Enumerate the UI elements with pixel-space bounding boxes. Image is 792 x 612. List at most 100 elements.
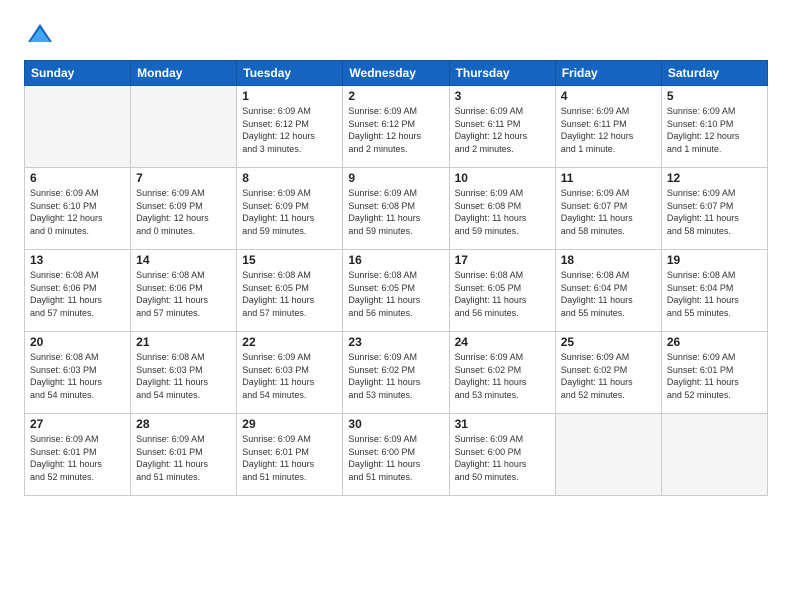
calendar-body: 1 Sunrise: 6:09 AM Sunset: 6:12 PM Daylig… [25, 86, 768, 496]
calendar-day-cell: 7 Sunrise: 6:09 AM Sunset: 6:09 PM Daylig… [131, 168, 237, 250]
day-info: Sunrise: 6:08 AM Sunset: 6:05 PM Dayligh… [455, 269, 550, 319]
header [24, 20, 768, 48]
calendar-week-row: 6 Sunrise: 6:09 AM Sunset: 6:10 PM Daylig… [25, 168, 768, 250]
weekday-header-cell: Wednesday [343, 61, 449, 86]
day-number: 12 [667, 171, 762, 185]
day-number: 11 [561, 171, 656, 185]
day-info: Sunrise: 6:09 AM Sunset: 6:01 PM Dayligh… [667, 351, 762, 401]
calendar-day-cell: 8 Sunrise: 6:09 AM Sunset: 6:09 PM Daylig… [237, 168, 343, 250]
day-number: 20 [30, 335, 125, 349]
day-number: 21 [136, 335, 231, 349]
day-number: 9 [348, 171, 443, 185]
calendar-week-row: 1 Sunrise: 6:09 AM Sunset: 6:12 PM Daylig… [25, 86, 768, 168]
day-number: 13 [30, 253, 125, 267]
day-info: Sunrise: 6:09 AM Sunset: 6:02 PM Dayligh… [348, 351, 443, 401]
day-info: Sunrise: 6:09 AM Sunset: 6:01 PM Dayligh… [242, 433, 337, 483]
day-info: Sunrise: 6:09 AM Sunset: 6:09 PM Dayligh… [136, 187, 231, 237]
calendar-day-cell: 12 Sunrise: 6:09 AM Sunset: 6:07 PM Dayli… [661, 168, 767, 250]
calendar-day-cell: 28Sunrise: 6:09 AM Sunset: 6:01 PM Dayli… [131, 414, 237, 496]
calendar-day-cell: 2Sunrise: 6:09 AM Sunset: 6:12 PM Daylig… [343, 86, 449, 168]
calendar-week-row: 13 Sunrise: 6:08 AM Sunset: 6:06 PM Dayli… [25, 250, 768, 332]
day-info: Sunrise: 6:08 AM Sunset: 6:04 PM Dayligh… [561, 269, 656, 319]
day-number: 3 [455, 89, 550, 103]
day-number: 19 [667, 253, 762, 267]
calendar-day-cell: 25Sunrise: 6:09 AM Sunset: 6:02 PM Dayli… [555, 332, 661, 414]
weekday-header-cell: Monday [131, 61, 237, 86]
weekday-header-cell: Saturday [661, 61, 767, 86]
calendar-day-cell: 16 Sunrise: 6:08 AM Sunset: 6:05 PM Dayli… [343, 250, 449, 332]
day-info: Sunrise: 6:09 AM Sunset: 6:08 PM Dayligh… [348, 187, 443, 237]
day-info: Sunrise: 6:09 AM Sunset: 6:10 PM Dayligh… [667, 105, 762, 155]
day-info: Sunrise: 6:09 AM Sunset: 6:10 PM Dayligh… [30, 187, 125, 237]
calendar-day-cell: 13 Sunrise: 6:08 AM Sunset: 6:06 PM Dayli… [25, 250, 131, 332]
day-info: Sunrise: 6:08 AM Sunset: 6:05 PM Dayligh… [348, 269, 443, 319]
calendar-day-cell: 1 Sunrise: 6:09 AM Sunset: 6:12 PM Daylig… [237, 86, 343, 168]
calendar-day-cell: 17 Sunrise: 6:08 AM Sunset: 6:05 PM Dayli… [449, 250, 555, 332]
day-number: 6 [30, 171, 125, 185]
day-number: 27 [30, 417, 125, 431]
day-info: Sunrise: 6:09 AM Sunset: 6:12 PM Dayligh… [242, 105, 337, 155]
day-number: 8 [242, 171, 337, 185]
weekday-header-cell: Thursday [449, 61, 555, 86]
day-info: Sunrise: 6:09 AM Sunset: 6:00 PM Dayligh… [348, 433, 443, 483]
day-number: 22 [242, 335, 337, 349]
weekday-header-cell: Tuesday [237, 61, 343, 86]
calendar-day-cell: 14Sunrise: 6:08 AM Sunset: 6:06 PM Dayli… [131, 250, 237, 332]
day-number: 30 [348, 417, 443, 431]
day-number: 24 [455, 335, 550, 349]
calendar-day-cell: 30 Sunrise: 6:09 AM Sunset: 6:00 PM Dayli… [343, 414, 449, 496]
logo [24, 20, 54, 48]
day-info: Sunrise: 6:09 AM Sunset: 6:00 PM Dayligh… [455, 433, 550, 483]
day-info: Sunrise: 6:09 AM Sunset: 6:11 PM Dayligh… [561, 105, 656, 155]
calendar-day-cell: 20 Sunrise: 6:08 AM Sunset: 6:03 PM Dayli… [25, 332, 131, 414]
day-info: Sunrise: 6:09 AM Sunset: 6:03 PM Dayligh… [242, 351, 337, 401]
day-info: Sunrise: 6:09 AM Sunset: 6:07 PM Dayligh… [561, 187, 656, 237]
day-number: 17 [455, 253, 550, 267]
calendar-day-cell: 3Sunrise: 6:09 AM Sunset: 6:11 PM Daylig… [449, 86, 555, 168]
day-number: 7 [136, 171, 231, 185]
day-number: 2 [348, 89, 443, 103]
calendar-day-cell [661, 414, 767, 496]
day-number: 18 [561, 253, 656, 267]
calendar-day-cell: 27 Sunrise: 6:09 AM Sunset: 6:01 PM Dayli… [25, 414, 131, 496]
calendar-day-cell: 26 Sunrise: 6:09 AM Sunset: 6:01 PM Dayli… [661, 332, 767, 414]
page: SundayMondayTuesdayWednesdayThursdayFrid… [0, 0, 792, 612]
calendar-day-cell: 15Sunrise: 6:08 AM Sunset: 6:05 PM Dayli… [237, 250, 343, 332]
calendar-day-cell: 18 Sunrise: 6:08 AM Sunset: 6:04 PM Dayli… [555, 250, 661, 332]
day-number: 23 [348, 335, 443, 349]
day-number: 16 [348, 253, 443, 267]
calendar-day-cell: 24Sunrise: 6:09 AM Sunset: 6:02 PM Dayli… [449, 332, 555, 414]
calendar-day-cell: 19 Sunrise: 6:08 AM Sunset: 6:04 PM Dayli… [661, 250, 767, 332]
day-number: 5 [667, 89, 762, 103]
day-number: 10 [455, 171, 550, 185]
calendar-day-cell: 9 Sunrise: 6:09 AM Sunset: 6:08 PM Daylig… [343, 168, 449, 250]
weekday-header-cell: Friday [555, 61, 661, 86]
day-info: Sunrise: 6:08 AM Sunset: 6:06 PM Dayligh… [30, 269, 125, 319]
calendar-day-cell: 23 Sunrise: 6:09 AM Sunset: 6:02 PM Dayli… [343, 332, 449, 414]
day-number: 1 [242, 89, 337, 103]
calendar-week-row: 20 Sunrise: 6:08 AM Sunset: 6:03 PM Dayli… [25, 332, 768, 414]
day-number: 26 [667, 335, 762, 349]
calendar-day-cell: 10 Sunrise: 6:09 AM Sunset: 6:08 PM Dayli… [449, 168, 555, 250]
calendar-table: SundayMondayTuesdayWednesdayThursdayFrid… [24, 60, 768, 496]
day-info: Sunrise: 6:08 AM Sunset: 6:04 PM Dayligh… [667, 269, 762, 319]
calendar-day-cell [131, 86, 237, 168]
day-info: Sunrise: 6:09 AM Sunset: 6:09 PM Dayligh… [242, 187, 337, 237]
day-info: Sunrise: 6:09 AM Sunset: 6:08 PM Dayligh… [455, 187, 550, 237]
day-info: Sunrise: 6:09 AM Sunset: 6:01 PM Dayligh… [30, 433, 125, 483]
day-info: Sunrise: 6:09 AM Sunset: 6:01 PM Dayligh… [136, 433, 231, 483]
calendar-day-cell: 21 Sunrise: 6:08 AM Sunset: 6:03 PM Dayli… [131, 332, 237, 414]
weekday-header-cell: Sunday [25, 61, 131, 86]
day-info: Sunrise: 6:08 AM Sunset: 6:05 PM Dayligh… [242, 269, 337, 319]
day-info: Sunrise: 6:09 AM Sunset: 6:02 PM Dayligh… [561, 351, 656, 401]
day-info: Sunrise: 6:08 AM Sunset: 6:06 PM Dayligh… [136, 269, 231, 319]
calendar-day-cell [25, 86, 131, 168]
calendar-day-cell: 22 Sunrise: 6:09 AM Sunset: 6:03 PM Dayli… [237, 332, 343, 414]
day-info: Sunrise: 6:09 AM Sunset: 6:07 PM Dayligh… [667, 187, 762, 237]
day-info: Sunrise: 6:08 AM Sunset: 6:03 PM Dayligh… [30, 351, 125, 401]
calendar-day-cell [555, 414, 661, 496]
calendar-week-row: 27 Sunrise: 6:09 AM Sunset: 6:01 PM Dayli… [25, 414, 768, 496]
day-info: Sunrise: 6:08 AM Sunset: 6:03 PM Dayligh… [136, 351, 231, 401]
weekday-header-row: SundayMondayTuesdayWednesdayThursdayFrid… [25, 61, 768, 86]
calendar-day-cell: 29Sunrise: 6:09 AM Sunset: 6:01 PM Dayli… [237, 414, 343, 496]
